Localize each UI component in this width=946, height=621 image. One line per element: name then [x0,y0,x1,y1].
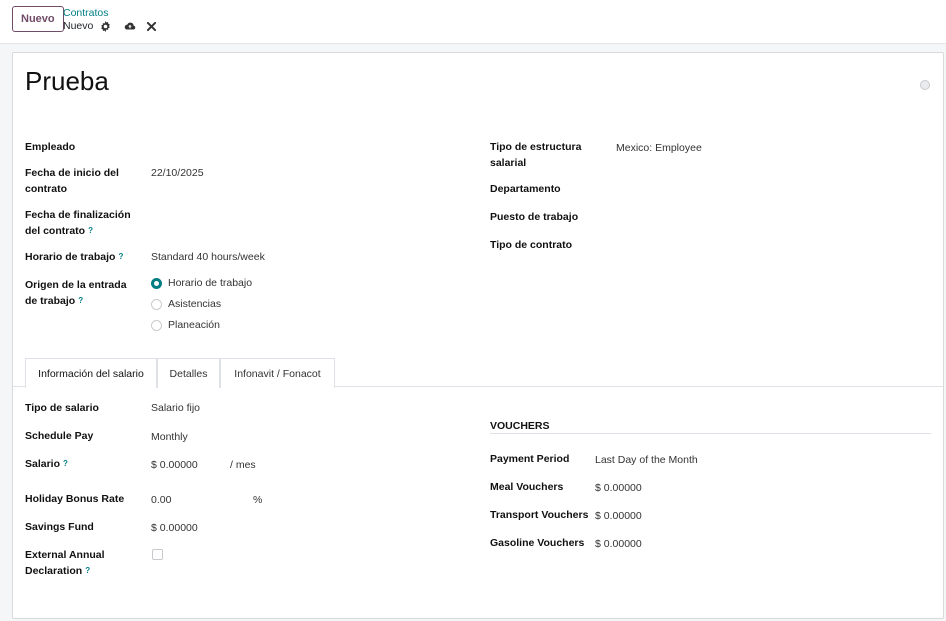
external-declaration-label: External Annual Declaration? [25,547,105,579]
notebook-tabs: Información del salario Detalles Infonav… [13,358,943,388]
structure-type-field[interactable]: Mexico: Employee [616,140,702,156]
external-declaration-checkbox[interactable] [152,549,163,560]
tab-details[interactable]: Detalles [157,358,220,388]
control-panel: Nuevo Contratos Nuevo [0,0,946,44]
start-date-label-line1: Fecha de inicio del [25,167,119,179]
external-declaration-label-line1: External Annual [25,549,105,561]
schedule-label: Horario de trabajo? [25,249,123,265]
record-title[interactable]: Prueba [25,66,109,97]
help-tooltip-icon[interactable]: ? [88,226,93,235]
origin-option-label: Horario de trabajo [168,277,253,289]
origin-radio-attendance[interactable]: Asistencias [151,298,221,310]
wage-field[interactable]: $ 0.00000 [151,457,198,473]
payment-period-label: Payment Period [490,453,570,465]
holiday-bonus-field[interactable]: 0.00 [151,492,171,508]
department-label: Departamento [490,183,561,195]
employee-label: Empleado [25,141,76,153]
wage-label: Salario? [25,456,68,472]
help-tooltip-icon[interactable]: ? [63,459,68,468]
job-position-label: Puesto de trabajo [490,211,579,223]
form-sheet: Prueba Empleado Fecha de inicio del cont… [12,52,944,619]
schedule-pay-label: Schedule Pay [25,430,94,442]
tab-salary-information[interactable]: Información del salario [25,358,157,388]
contract-type-label: Tipo de contrato [490,239,573,251]
meal-vouchers-label: Meal Vouchers [490,481,564,493]
wage-type-label: Tipo de salario [25,402,99,414]
origin-option-label: Asistencias [168,298,222,310]
vouchers-divider [490,433,931,434]
end-date-label: Fecha de finalización del contrato? [25,207,131,239]
external-declaration-label-line2: Declaration [25,565,83,577]
origin-option-label: Planeación [168,319,220,331]
origin-label: Origen de la entrada de trabajo? [25,277,127,309]
gasoline-vouchers-label: Gasoline Vouchers [490,537,585,549]
breadcrumb-contracts-link[interactable]: Contratos [63,7,109,19]
savings-fund-field[interactable]: $ 0.00000 [151,520,198,536]
help-tooltip-icon[interactable]: ? [78,296,83,305]
schedule-field[interactable]: Standard 40 hours/week [151,249,265,265]
radio-unchecked-icon[interactable] [151,298,162,310]
transport-vouchers-field[interactable]: $ 0.00000 [595,508,642,524]
payment-period-field[interactable]: Last Day of the Month [595,452,698,468]
origin-label-line1: Origen de la entrada [25,279,127,291]
breadcrumb-current: Nuevo [63,20,94,32]
savings-fund-label: Savings Fund [25,521,94,533]
structure-type-label-line1: Tipo de estructura [490,141,582,153]
status-indicator-icon[interactable] [920,80,930,90]
help-tooltip-icon[interactable]: ? [85,566,90,575]
schedule-label-text: Horario de trabajo [25,251,116,263]
wage-unit: / mes [230,459,256,471]
wage-label-text: Salario [25,458,61,470]
cloud-upload-icon[interactable] [124,20,136,32]
meal-vouchers-field[interactable]: $ 0.00000 [595,480,642,496]
wage-type-field[interactable]: Salario fijo [151,400,200,416]
end-date-label-line2: del contrato [25,225,86,237]
help-tooltip-icon[interactable]: ? [118,252,123,261]
origin-label-line2: de trabajo [25,295,76,307]
tab-infonavit-fonacot[interactable]: Infonavit / Fonacot [220,358,335,388]
start-date-label-line2: contrato [25,183,67,195]
holiday-bonus-unit: % [253,494,263,506]
start-date-field[interactable]: 22/10/2025 [151,165,204,181]
gasoline-vouchers-field[interactable]: $ 0.00000 [595,536,642,552]
structure-type-label: Tipo de estructura salarial [490,139,581,171]
gear-icon[interactable] [99,20,111,32]
radio-checked-icon[interactable] [151,277,162,289]
close-icon[interactable] [145,20,157,32]
new-button[interactable]: Nuevo [12,6,64,32]
end-date-label-line1: Fecha de finalización [25,209,131,221]
vouchers-section-title: VOUCHERS [490,420,550,432]
transport-vouchers-label: Transport Vouchers [490,509,589,521]
radio-unchecked-icon[interactable] [151,319,162,331]
start-date-label: Fecha de inicio del contrato [25,165,119,197]
holiday-bonus-label: Holiday Bonus Rate [25,493,125,505]
schedule-pay-field[interactable]: Monthly [151,429,188,445]
structure-type-label-line2: salarial [490,157,527,169]
origin-radio-schedule[interactable]: Horario de trabajo [151,277,252,289]
origin-radio-planning[interactable]: Planeación [151,319,220,331]
